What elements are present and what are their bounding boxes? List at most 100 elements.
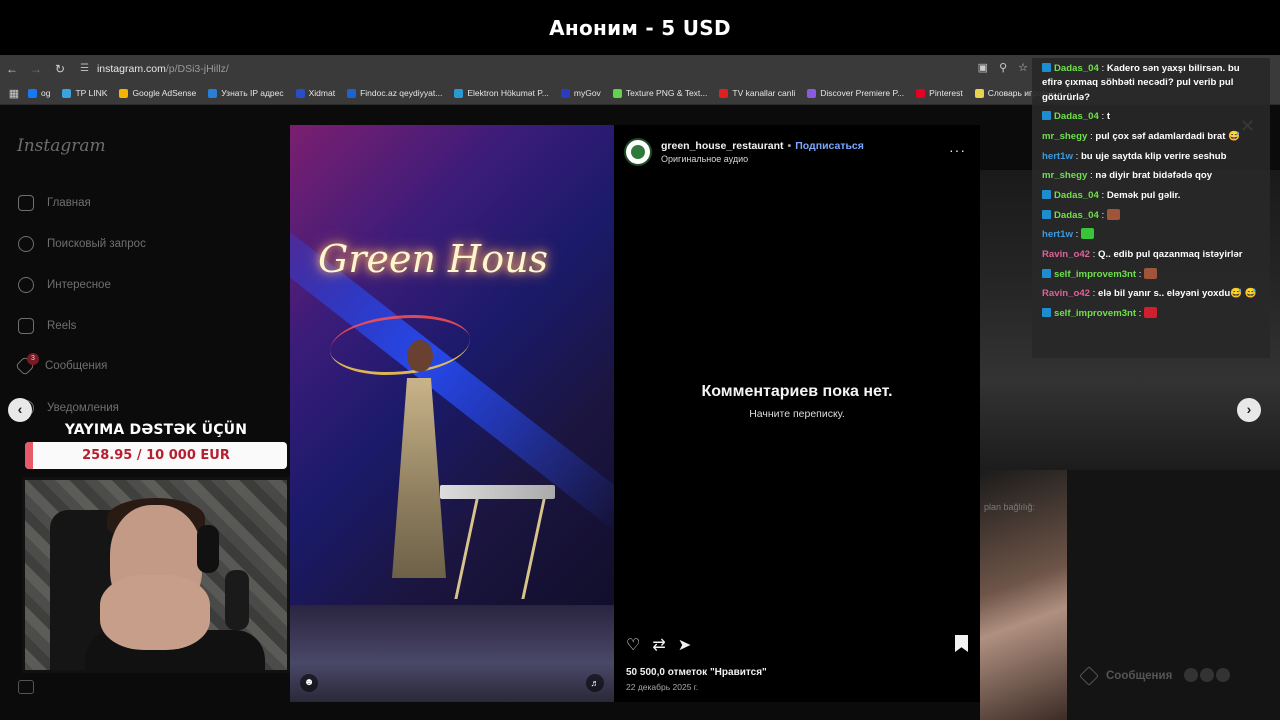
follow-button[interactable]: Подписаться — [795, 140, 864, 152]
chat-text: t — [1106, 111, 1111, 123]
site-info-icon[interactable]: ☰ — [80, 63, 89, 74]
bookmark-item[interactable]: Findoc.az qeydiyyat... — [347, 88, 442, 98]
original-audio-link[interactable]: Оригинальное аудио — [661, 154, 864, 164]
apps-grid-icon[interactable]: ▦ — [0, 87, 28, 100]
bookmark-label: myGov — [573, 88, 601, 98]
next-post-button[interactable]: › — [1237, 398, 1261, 422]
address-actions: ▣ ⚲ ☆ — [978, 61, 1028, 74]
avatar[interactable] — [624, 138, 652, 166]
chat-username[interactable]: Dadas_04 — [1054, 190, 1099, 201]
bookmark-item[interactable]: Узнать IP адрес — [208, 88, 284, 98]
chat-separator: : — [1090, 288, 1098, 300]
chat-username[interactable]: self_improvem3nt — [1054, 308, 1136, 319]
chat-username[interactable]: Dadas_04 — [1054, 111, 1099, 122]
chat-message: Dadas_04 : Kadero sən yaxşı bilirsən. bu… — [1042, 62, 1262, 105]
chat-username[interactable]: mr_shegy — [1042, 170, 1087, 181]
likes-count[interactable]: 50 500,0 отметок "Нравится" — [626, 667, 767, 678]
chat-text: elə bil yanır s.. eləyəni yoxdu😅 😅 — [1098, 288, 1257, 300]
chat-username[interactable]: hert1w — [1042, 151, 1073, 162]
chat-text: Q.. edib pul qazanmaq istəyirlər — [1098, 249, 1243, 261]
sidebar-item-reels[interactable]: Reels — [18, 318, 76, 334]
chat-message: self_improvem3nt : — [1042, 267, 1262, 282]
chat-username[interactable]: Ravin_o42 — [1042, 288, 1090, 299]
tagged-user-icon[interactable]: ☻ — [300, 674, 318, 692]
bookmark-favicon-icon — [119, 88, 129, 98]
chat-separator: : — [1098, 209, 1107, 221]
sidebar-item-home[interactable]: Главная — [18, 195, 91, 211]
bookmark-item[interactable]: Pinterest — [916, 88, 963, 98]
bookmark-item[interactable]: TP LINK — [62, 88, 107, 98]
post-date: 22 декабрь 2025 г. — [626, 682, 699, 692]
chat-message: Ravin_o42 : Q.. edib pul qazanmaq istəyi… — [1042, 248, 1262, 262]
menu-icon[interactable] — [18, 680, 34, 694]
chat-badge-icon — [1042, 190, 1051, 200]
chat-message: Ravin_o42 : elə bil yanır s.. eləyəni yo… — [1042, 287, 1262, 301]
chat-username[interactable]: hert1w — [1042, 229, 1073, 240]
chat-username[interactable]: self_improvem3nt — [1054, 269, 1136, 280]
screen: Аноним - 5 USD ← → ↻ ☰ instagram.com/p/D… — [0, 0, 1280, 720]
chat-username[interactable]: Dadas_04 — [1054, 210, 1099, 221]
chat-username[interactable]: Ravin_o42 — [1042, 249, 1090, 260]
post-actions: ♡ ⇄ ➤ — [626, 635, 691, 655]
bookmark-item[interactable]: Discover Premiere P... — [807, 88, 904, 98]
bookmark-star-icon[interactable]: ☆ — [1018, 61, 1028, 74]
address-bar[interactable]: ☰ instagram.com/p/DSi3-jHillz/ — [80, 63, 229, 75]
chat-text: nə diyir brat bidəfədə qoy — [1095, 170, 1213, 182]
sidebar-item-label: Интересное — [47, 279, 111, 291]
no-comments-subtitle: Начните переписку. — [749, 408, 845, 420]
cast-icon[interactable]: ▣ — [978, 61, 988, 74]
chat-username[interactable]: Dadas_04 — [1054, 63, 1099, 74]
chat-username[interactable]: mr_shegy — [1042, 131, 1087, 142]
sidebar-item-search[interactable]: Поисковый запрос — [18, 236, 146, 252]
message-avatars — [1184, 668, 1230, 682]
chat-separator: : — [1098, 111, 1107, 123]
bookmark-label: Pinterest — [929, 88, 963, 98]
bookmark-item[interactable]: Elektron Hökumət P... — [454, 88, 549, 98]
sidebar-item-explore[interactable]: Интересное — [18, 277, 111, 293]
donation-alert-banner: Аноним - 5 USD — [0, 0, 1280, 55]
save-bookmark-icon[interactable] — [955, 635, 968, 652]
bookmark-item[interactable]: og — [28, 88, 50, 98]
bookmark-item[interactable]: Google AdSense — [119, 88, 196, 98]
streamer-webcam — [22, 477, 290, 673]
back-icon[interactable]: ← — [0, 62, 24, 76]
chat-emote-icon — [1144, 307, 1158, 319]
chat-emote-icon — [1106, 208, 1120, 220]
share-icon[interactable]: ➤ — [678, 635, 691, 655]
no-comments-title: Комментариев пока нет. — [701, 383, 893, 400]
post-header: green_house_restaurant • Подписаться Ориги… — [624, 138, 864, 166]
post-username[interactable]: green_house_restaurant — [661, 140, 784, 152]
chat-emote-icon — [1080, 228, 1094, 240]
chat-separator: : — [1136, 308, 1145, 320]
bookmark-item[interactable]: TV kanallar canli — [719, 88, 795, 98]
previous-post-button[interactable]: ‹ — [8, 398, 32, 422]
singer-figure — [375, 340, 465, 640]
bookmark-item[interactable]: Texture PNG & Text... — [612, 88, 708, 98]
like-heart-icon[interactable]: ♡ — [626, 635, 640, 655]
instagram-logo[interactable]: Instagram — [17, 136, 106, 156]
sidebar-item-notifications[interactable]: Уведомления — [18, 400, 119, 416]
reload-icon[interactable]: ↻ — [48, 62, 72, 76]
chat-emote-icon — [1144, 267, 1158, 279]
bookmark-label: Texture PNG & Text... — [625, 88, 708, 98]
more-options-icon[interactable]: ··· — [949, 142, 966, 158]
keyboard-stand — [454, 499, 546, 599]
background-caption: plan bağlılığ: — [984, 502, 1036, 512]
post-details-panel: green_house_restaurant • Подписаться Ориги… — [614, 125, 980, 702]
post-video[interactable]: Green Hous ☻ ♬ — [290, 125, 614, 702]
bookmark-label: TV kanallar canli — [732, 88, 796, 98]
messages-floating-button[interactable]: Сообщения — [1068, 656, 1244, 696]
chat-separator: : — [1072, 229, 1081, 241]
compass-icon — [18, 277, 34, 293]
bookmark-item[interactable]: Xidmat — [295, 88, 335, 98]
repost-icon[interactable]: ⇄ — [652, 635, 665, 655]
bookmark-label: og — [41, 88, 51, 98]
donation-goal-title: YAYIMA DƏSTƏK ÜÇÜN — [64, 422, 248, 438]
zoom-icon[interactable]: ⚲ — [999, 61, 1007, 74]
bookmark-item[interactable]: myGov — [560, 88, 601, 98]
chat-badge-icon — [1042, 268, 1051, 278]
neon-sign: Green Hous — [318, 237, 549, 281]
stream-chat-overlay: Dadas_04 : Kadero sən yaxşı bilirsən. bu… — [1032, 58, 1270, 358]
mute-icon[interactable]: ♬ — [586, 674, 604, 692]
forward-icon[interactable]: → — [24, 62, 48, 76]
